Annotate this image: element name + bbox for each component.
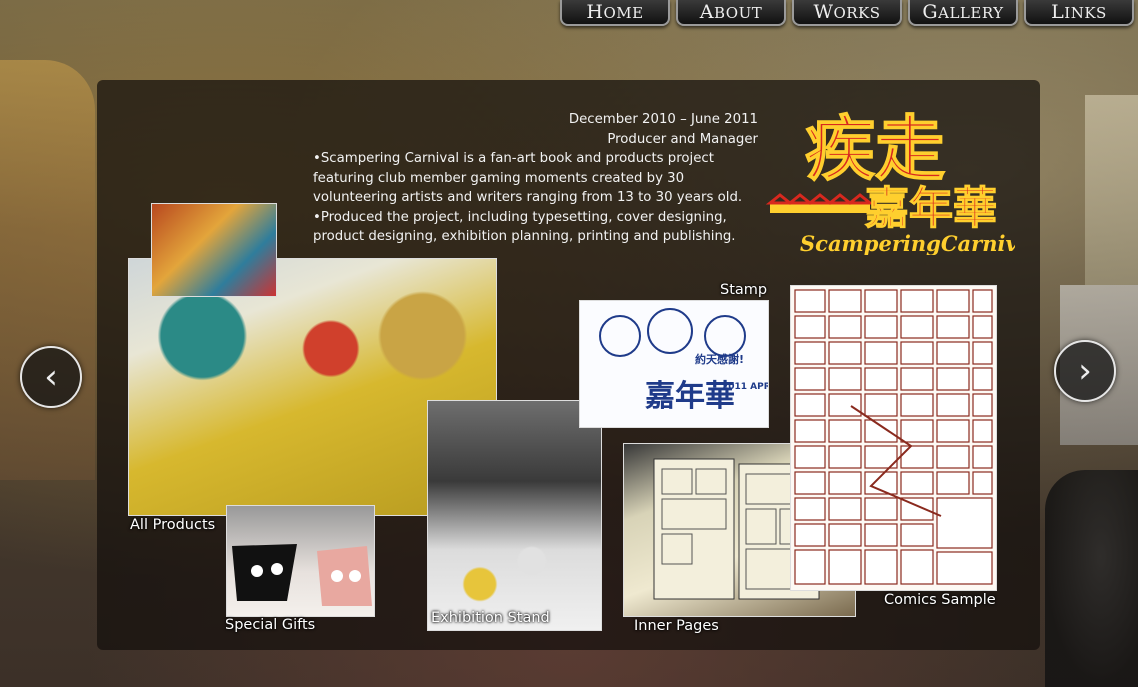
- nav-home[interactable]: Home: [560, 0, 670, 26]
- comic-panels-illustration: [794, 289, 993, 585]
- nav-links[interactable]: Links: [1024, 0, 1134, 26]
- logo-pattern: [765, 193, 875, 213]
- special-gifts-caption: Special Gifts: [225, 617, 316, 633]
- nav-about[interactable]: About: [676, 0, 786, 26]
- comics-sample-caption: Comics Sample: [884, 592, 996, 608]
- project-info: December 2010 – June 2011 Producer and M…: [313, 110, 758, 247]
- special-gifts-photo[interactable]: [226, 505, 375, 617]
- stamp-illustration: 約天感謝! 嘉年華 2011 APR.: [599, 308, 768, 414]
- stamp-year: 2011 APR.: [722, 382, 768, 392]
- top-navigation: Home About Works Gallery Links: [560, 0, 1134, 26]
- nav-gallery[interactable]: Gallery: [908, 0, 1018, 26]
- stamp-photo[interactable]: 約天感謝! 嘉年華 2011 APR.: [579, 300, 769, 428]
- previous-arrow-button[interactable]: ‹: [20, 346, 82, 408]
- comics-sample-photo[interactable]: [790, 285, 997, 591]
- exhibition-stand-photo[interactable]: [427, 400, 602, 631]
- exhibition-stand-caption: Exhibition Stand: [431, 610, 550, 626]
- background-shelf: [1085, 95, 1138, 285]
- artbook-cover-photo[interactable]: [151, 203, 277, 297]
- background-chair: [1045, 470, 1138, 687]
- project-date: December 2010 – June 2011: [568, 112, 758, 127]
- chevron-left-icon: ‹: [44, 357, 58, 397]
- project-role: Producer and Manager: [607, 131, 758, 147]
- nav-works[interactable]: Works: [792, 0, 902, 26]
- logo-title-top: 疾走: [805, 107, 945, 190]
- all-products-caption: All Products: [130, 517, 216, 533]
- stamp-tag: 約天感謝!: [695, 352, 744, 366]
- cat-gift-illustration: [232, 544, 372, 606]
- project-description-1: •Scampering Carnival is a fan-art book a…: [313, 151, 743, 205]
- next-arrow-button[interactable]: ›: [1054, 340, 1116, 402]
- stamp-caption: Stamp: [720, 282, 768, 298]
- background-window: [0, 60, 95, 480]
- chevron-right-icon: ›: [1078, 351, 1092, 391]
- logo-title-bottom: 嘉年華: [865, 183, 997, 234]
- scampering-carnival-logo: 疾走 嘉年華 ScamperingCarnival: [765, 106, 1015, 255]
- inner-pages-caption: Inner Pages: [634, 618, 719, 634]
- project-description-2: •Produced the project, including typeset…: [313, 209, 736, 245]
- logo-subtitle: ScamperingCarnival: [800, 231, 1015, 255]
